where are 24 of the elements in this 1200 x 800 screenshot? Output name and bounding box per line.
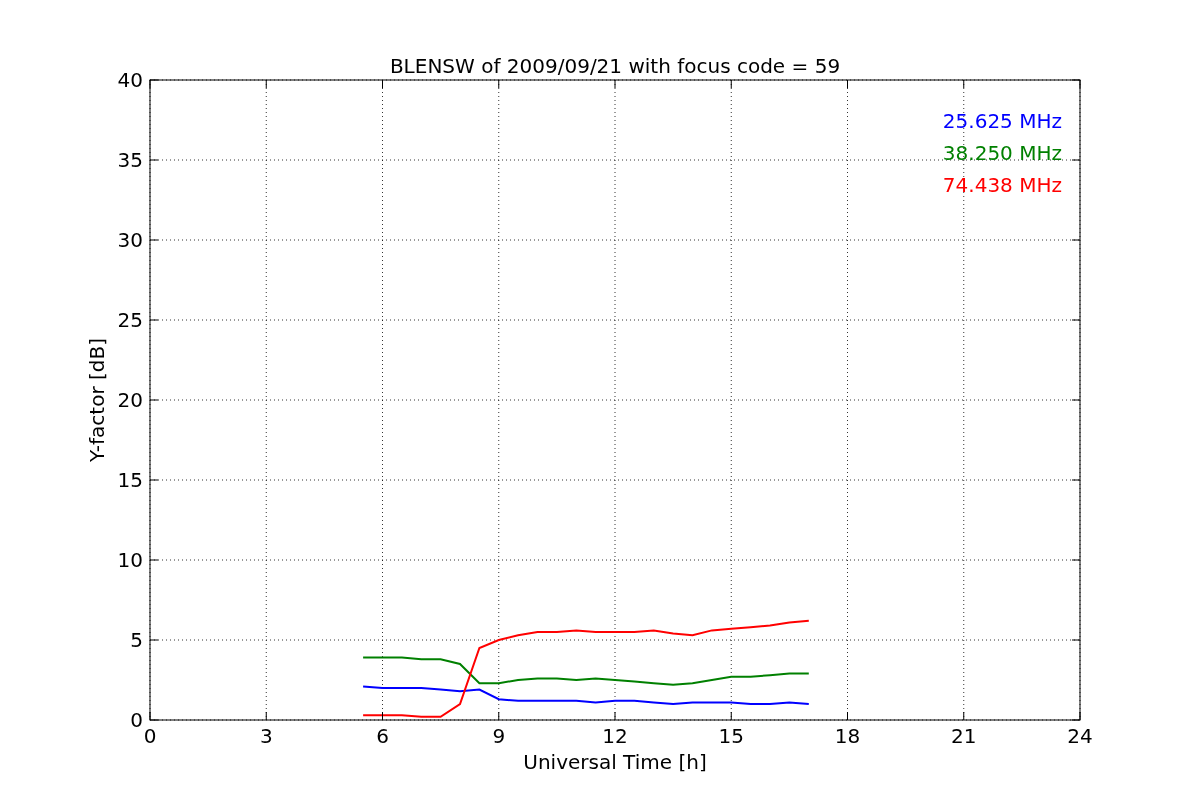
legend-label: 38.250 MHz	[942, 141, 1062, 165]
y-tick-label: 0	[130, 708, 143, 732]
x-tick-label: 24	[1067, 724, 1093, 748]
x-tick-label: 9	[492, 724, 506, 748]
y-tick-label: 35	[117, 148, 143, 172]
y-tick-label: 30	[117, 228, 143, 252]
legend-label: 74.438 MHz	[942, 173, 1062, 197]
legend-label: 25.625 MHz	[942, 109, 1062, 133]
x-tick-label: 21	[951, 724, 977, 748]
x-tick-label: 6	[376, 724, 389, 748]
y-tick-label: 5	[130, 628, 143, 652]
y-tick-label: 15	[117, 468, 143, 492]
x-tick-label: 0	[143, 724, 157, 748]
x-tick-label: 18	[834, 724, 861, 748]
y-tick-label: 20	[117, 388, 143, 412]
y-tick-label: 25	[117, 308, 143, 332]
chart-title: BLENSW of 2009/09/21 with focus code = 59	[389, 54, 841, 78]
x-axis-label: Universal Time [h]	[523, 750, 707, 774]
y-tick-label: 10	[117, 548, 143, 572]
y-tick-label: 40	[117, 68, 143, 92]
x-tick-label: 12	[602, 724, 628, 748]
y-axis-label: Y-factor [dB]	[85, 338, 109, 462]
x-tick-label: 3	[259, 724, 273, 748]
x-tick-label: 15	[718, 724, 744, 748]
